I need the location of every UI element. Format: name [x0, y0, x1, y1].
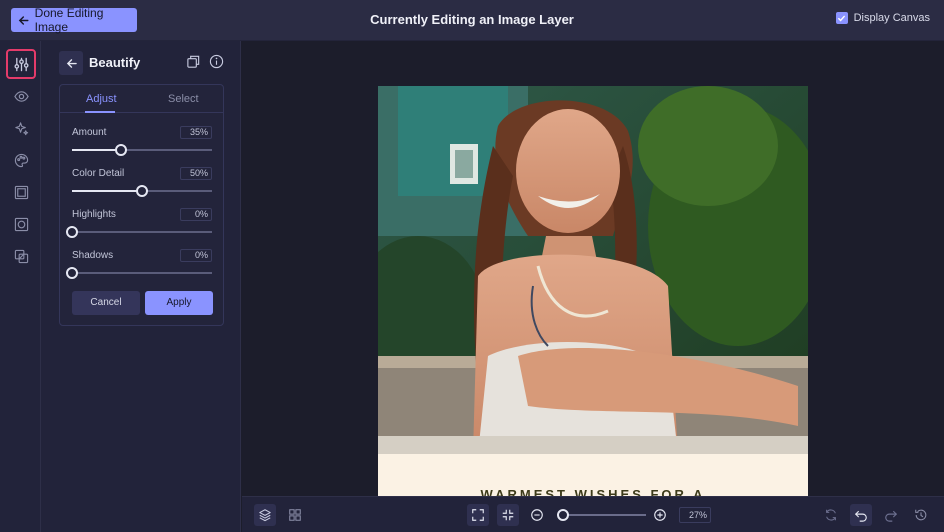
grid-button[interactable]	[284, 504, 306, 526]
slider-label: Amount	[72, 127, 107, 138]
slider-highlights: Highlights 0%	[66, 208, 212, 249]
sliders-icon	[13, 57, 29, 71]
slider-value-input[interactable]: 0%	[180, 249, 212, 262]
done-editing-button[interactable]: Done Editing Image	[11, 6, 137, 34]
slider-thumb[interactable]	[136, 185, 148, 197]
caption-text: WARMEST WISHES FOR A	[480, 487, 706, 496]
panel-back-button[interactable]	[59, 51, 83, 75]
arrow-left-icon	[18, 15, 29, 25]
tool-sidebar	[0, 41, 41, 532]
slider-shadows: Shadows 0%	[66, 249, 212, 290]
palette-icon	[14, 153, 28, 167]
eye-icon	[13, 90, 29, 102]
sparkle-icon	[14, 121, 28, 135]
apply-button[interactable]: Apply	[145, 291, 213, 315]
page-title: Currently Editing an Image Layer	[370, 12, 574, 27]
tool-effects[interactable]	[8, 115, 34, 141]
refresh-button[interactable]	[820, 504, 842, 526]
info-icon[interactable]	[209, 54, 224, 69]
slider-color-detail: Color Detail 50%	[72, 167, 212, 208]
slider-track[interactable]	[66, 267, 212, 279]
layers-icon	[259, 509, 271, 522]
redo-icon	[885, 510, 898, 522]
slider-thumb[interactable]	[66, 267, 78, 279]
display-canvas-checkbox[interactable]	[835, 12, 848, 24]
image-layer[interactable]	[378, 86, 808, 454]
canvas-area[interactable]: WARMEST WISHES FOR A	[242, 41, 944, 496]
beautify-panel: Beautify Adjust Select Amount 35% Color …	[41, 41, 241, 532]
history-icon	[915, 509, 927, 521]
slider-thumb[interactable]	[115, 144, 127, 156]
zoom-out-icon	[531, 509, 543, 521]
display-canvas-label: Display Canvas	[853, 12, 930, 24]
arrow-left-icon	[66, 58, 77, 68]
slider-track[interactable]	[66, 226, 212, 238]
zoom-slider-thumb[interactable]	[556, 509, 569, 521]
cancel-button[interactable]: Cancel	[72, 291, 140, 315]
layers-overlap-icon	[14, 249, 28, 263]
frame-icon	[14, 185, 28, 199]
expand-icon	[472, 509, 484, 521]
tab-bar: Adjust Select	[60, 85, 223, 113]
display-canvas-toggle[interactable]: Display Canvas	[835, 12, 930, 24]
grid-icon	[289, 509, 301, 521]
undo-button[interactable]	[850, 504, 872, 526]
tool-visibility[interactable]	[8, 83, 34, 109]
zoom-in-icon	[654, 509, 666, 521]
slider-value-input[interactable]: 35%	[180, 126, 212, 139]
slider-fill	[72, 190, 142, 192]
caption-block[interactable]: WARMEST WISHES FOR A	[378, 454, 808, 496]
check-icon	[838, 15, 845, 22]
tab-adjust[interactable]: Adjust	[86, 93, 117, 105]
tool-overlap[interactable]	[8, 243, 34, 269]
undo-icon	[854, 510, 867, 522]
zoom-in-button[interactable]	[649, 504, 671, 526]
history-button[interactable]	[910, 504, 932, 526]
tool-frame[interactable]	[8, 179, 34, 205]
tab-active-indicator	[85, 111, 115, 113]
layers-button[interactable]	[254, 504, 276, 526]
zoom-slider[interactable]	[556, 509, 646, 521]
slider-fill	[72, 149, 121, 151]
crop-frame-icon	[14, 217, 28, 231]
photo-image	[378, 86, 808, 454]
copy-stack-icon[interactable]	[186, 54, 201, 69]
slider-thumb[interactable]	[66, 226, 78, 238]
slider-value-input[interactable]: 0%	[180, 208, 212, 221]
redo-button[interactable]	[880, 504, 902, 526]
tool-adjust[interactable]	[6, 49, 36, 79]
shrink-button[interactable]	[497, 504, 519, 526]
zoom-value-input[interactable]: 27%	[679, 507, 711, 523]
slider-value-input[interactable]: 50%	[180, 167, 212, 180]
slider-label: Highlights	[72, 209, 116, 220]
shrink-icon	[502, 509, 514, 521]
panel-title: Beautify	[89, 55, 141, 70]
zoom-out-button[interactable]	[526, 504, 548, 526]
slider-label: Shadows	[72, 250, 114, 261]
tool-crop-frame[interactable]	[8, 211, 34, 237]
tab-select[interactable]: Select	[168, 93, 199, 105]
adjust-card: Adjust Select Amount 35% Color Detail 50…	[59, 84, 224, 326]
slider-label: Color Detail	[72, 168, 125, 179]
fit-to-screen-button[interactable]	[467, 504, 489, 526]
refresh-icon	[826, 509, 836, 521]
top-bar: Done Editing Image Currently Editing an …	[0, 0, 944, 41]
slider-track[interactable]	[72, 144, 212, 156]
slider-track[interactable]	[72, 185, 212, 197]
bottom-toolbar: 27%	[242, 496, 944, 532]
slider-amount: Amount 35%	[72, 126, 212, 167]
done-editing-label: Done Editing Image	[34, 6, 104, 34]
tool-colors[interactable]	[8, 147, 34, 173]
